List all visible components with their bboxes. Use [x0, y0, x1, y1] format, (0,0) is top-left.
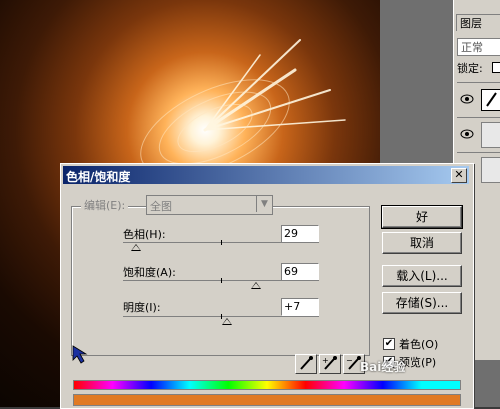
- svg-text:−: −: [346, 356, 353, 365]
- load-button[interactable]: 载入(L)...: [382, 265, 462, 287]
- chevron-down-icon[interactable]: ▼: [256, 196, 272, 212]
- hue-saturation-dialog: 色相/饱和度 ✕ 编辑(E): 全图 ▼ 色相(H): 29 饱和度(A): 6…: [60, 163, 474, 409]
- eyedropper-plus-icon: +: [322, 356, 337, 370]
- lightness-slider-track[interactable]: [123, 314, 319, 320]
- blend-mode-select[interactable]: 正常: [457, 38, 500, 56]
- saturation-slider-track[interactable]: [123, 278, 319, 284]
- lock-label: 锁定:: [457, 62, 483, 75]
- eye-icon[interactable]: [460, 93, 474, 105]
- colorize-checkbox[interactable]: ✔: [383, 338, 395, 350]
- close-icon[interactable]: ✕: [451, 168, 467, 183]
- layer-row[interactable]: [457, 117, 500, 152]
- saturation-slider-thumb[interactable]: [251, 282, 261, 289]
- dialog-title: 色相/饱和度: [66, 170, 131, 184]
- lightness-slider-thumb[interactable]: [222, 318, 232, 325]
- colorize-label: 着色(O): [399, 338, 439, 351]
- color-spectrum-bar: [73, 380, 461, 390]
- eyedropper-button[interactable]: [295, 354, 317, 374]
- ok-button[interactable]: 好: [381, 205, 463, 229]
- hue-slider-track[interactable]: [123, 240, 319, 246]
- adjusted-color-bar: [73, 394, 461, 406]
- save-button[interactable]: 存储(S)...: [382, 292, 462, 314]
- watermark: Bai经验: [360, 360, 406, 374]
- eye-icon[interactable]: [460, 128, 474, 140]
- dialog-titlebar[interactable]: 色相/饱和度 ✕: [63, 166, 469, 184]
- edit-range-value: 全图: [150, 200, 172, 213]
- layer-row[interactable]: [457, 82, 500, 117]
- layer-thumbnail: [481, 157, 500, 183]
- lock-checkbox[interactable]: [492, 62, 500, 73]
- edit-label: 编辑(E):: [81, 197, 129, 213]
- cursor-arrow-icon: [72, 345, 88, 364]
- svg-text:+: +: [322, 356, 329, 365]
- tab-layers[interactable]: 图层: [456, 14, 500, 31]
- eyedropper-icon: [300, 356, 313, 370]
- eyedropper-plus-button[interactable]: +: [319, 354, 341, 374]
- brush-icon: [481, 89, 500, 111]
- hue-slider-thumb[interactable]: [131, 244, 141, 251]
- layer-thumbnail: [481, 122, 500, 148]
- cancel-button[interactable]: 取消: [382, 232, 462, 254]
- edit-range-select[interactable]: 全图 ▼: [146, 195, 273, 215]
- lightness-label: 明度(I):: [123, 301, 161, 314]
